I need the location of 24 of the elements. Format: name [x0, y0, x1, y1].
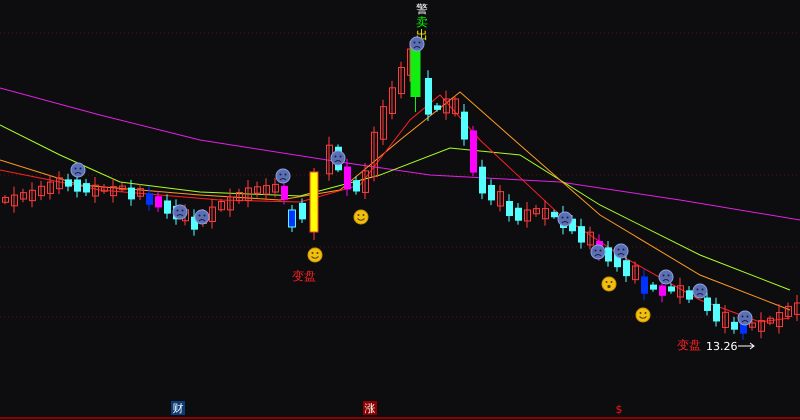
frowning-face-icon — [692, 284, 708, 298]
annotation-label: 变盘 — [677, 338, 701, 352]
frowning-face-icon — [658, 270, 674, 284]
frowning-face-icon — [276, 168, 290, 184]
signal-label: 警 — [416, 2, 428, 16]
surprised-face-icon — [602, 276, 616, 292]
smiling-face-icon — [636, 308, 650, 322]
annotation-label: 变盘 — [292, 269, 316, 283]
smiling-face-icon — [308, 248, 322, 262]
marker-badge: 财 — [171, 401, 185, 415]
frowning-face-icon — [738, 310, 752, 326]
frowning-face-icon — [614, 244, 628, 258]
frowning-face-icon — [330, 150, 346, 166]
frowning-face-icon — [172, 204, 188, 220]
frowning-face-icon — [590, 244, 606, 260]
marker-label: $ — [616, 403, 622, 416]
frowning-face-icon — [70, 162, 86, 178]
smiling-face-icon — [354, 210, 368, 224]
signal-label: 卖 — [416, 15, 428, 29]
frowning-face-icon — [558, 212, 572, 226]
arrow-icon — [738, 342, 755, 350]
marker-badge: 涨 — [363, 401, 377, 415]
frowning-face-icon — [194, 210, 210, 224]
price-label: 13.26 — [706, 340, 738, 353]
